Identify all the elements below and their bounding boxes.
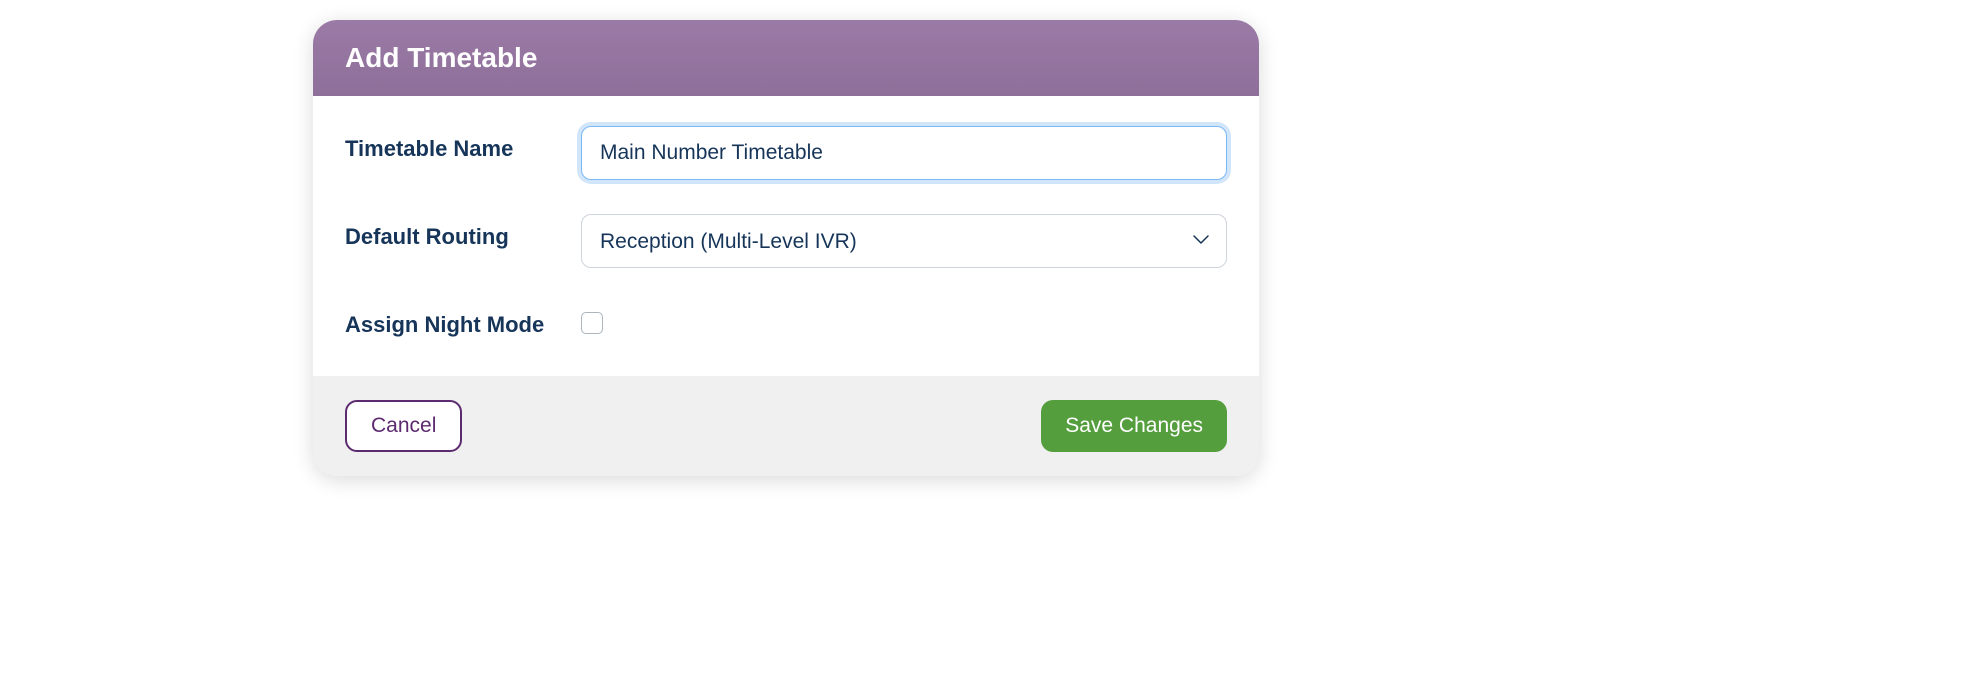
- modal-body: Timetable Name Default Routing Reception…: [313, 96, 1259, 376]
- assign-night-mode-row: Assign Night Mode: [345, 302, 1227, 340]
- timetable-name-control: [581, 126, 1227, 180]
- save-button[interactable]: Save Changes: [1041, 400, 1227, 452]
- timetable-name-label: Timetable Name: [345, 126, 581, 164]
- assign-night-mode-control: [581, 302, 1227, 339]
- timetable-name-row: Timetable Name: [345, 126, 1227, 180]
- default-routing-select[interactable]: Reception (Multi-Level IVR): [581, 214, 1227, 268]
- assign-night-mode-label: Assign Night Mode: [345, 302, 581, 340]
- default-routing-row: Default Routing Reception (Multi-Level I…: [345, 214, 1227, 268]
- modal-title: Add Timetable: [345, 42, 1227, 74]
- add-timetable-modal: Add Timetable Timetable Name Default Rou…: [313, 20, 1259, 476]
- modal-footer: Cancel Save Changes: [313, 376, 1259, 476]
- timetable-name-input[interactable]: [581, 126, 1227, 180]
- cancel-button[interactable]: Cancel: [345, 400, 462, 452]
- default-routing-control: Reception (Multi-Level IVR): [581, 214, 1227, 268]
- default-routing-label: Default Routing: [345, 214, 581, 252]
- modal-header: Add Timetable: [313, 20, 1259, 96]
- assign-night-mode-checkbox[interactable]: [581, 312, 603, 334]
